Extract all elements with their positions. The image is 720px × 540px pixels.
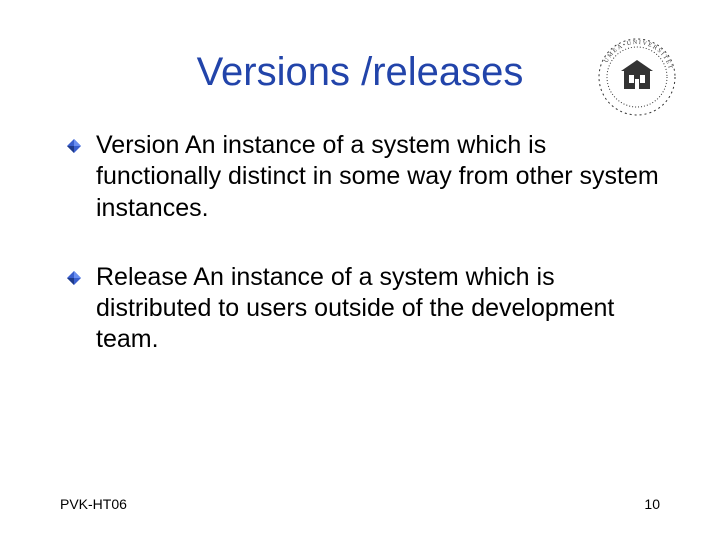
diamond-bullet-icon: [66, 270, 82, 286]
diamond-bullet-icon: [66, 138, 82, 154]
footer-left: PVK-HT06: [60, 496, 127, 512]
term: Release: [96, 263, 188, 291]
slide-footer: PVK-HT06 10: [60, 496, 660, 512]
bullet-text: Version An instance of a system which is…: [96, 130, 660, 224]
university-logo: U M E Å • U N I V E R S I T E T: [596, 36, 678, 118]
term: Version: [96, 131, 179, 159]
bullet-item: Version An instance of a system which is…: [60, 130, 660, 224]
slide: U M E Å • U N I V E R S I T E T Versions…: [0, 0, 720, 540]
bullet-text: Release An instance of a system which is…: [96, 262, 660, 356]
definition: An instance of a system which is functio…: [96, 131, 659, 222]
slide-title: Versions /releases: [60, 50, 660, 95]
bullet-item: Release An instance of a system which is…: [60, 262, 660, 356]
slide-number: 10: [644, 496, 660, 512]
